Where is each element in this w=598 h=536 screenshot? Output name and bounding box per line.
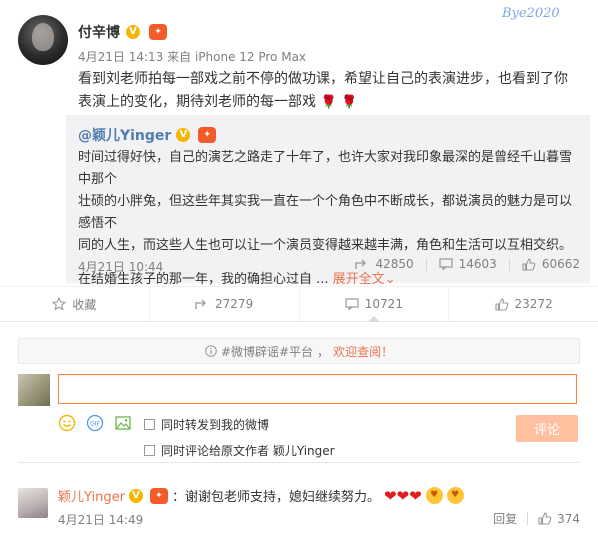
verified-icon: V xyxy=(126,25,140,39)
active-indicator-icon xyxy=(367,316,380,322)
comment-input[interactable] xyxy=(58,374,577,404)
divider xyxy=(508,257,510,271)
chevron-down-icon: ⌄ xyxy=(384,272,396,287)
repost-button[interactable]: 27279 xyxy=(150,287,300,321)
thumbs-up-icon xyxy=(494,297,508,311)
notice-sep: ， xyxy=(317,344,330,359)
action-bar: 收藏 27279 10721 23272 xyxy=(0,286,598,322)
post-time[interactable]: 4月21日 14:13 xyxy=(78,50,163,64)
divider xyxy=(425,257,427,271)
info-icon xyxy=(205,345,217,357)
post-text-line-1: 看到刘老师拍每一部戏之前不停的做功课，希望让自己的表演进步，也看到了你 xyxy=(78,71,568,87)
comment-actions: 回复 374 xyxy=(493,510,580,527)
repost-comments[interactable]: 14603 xyxy=(439,257,497,271)
comment-button[interactable]: 10721 xyxy=(300,287,450,322)
like-button[interactable]: 23272 xyxy=(449,287,598,321)
option-repost[interactable]: 同时转发到我的微博 xyxy=(144,416,335,433)
thumbs-up-icon xyxy=(522,257,536,271)
rose-icon: 🌹 xyxy=(341,95,358,110)
repost-line-3: 同的人生，而这些人生也可以让一个演员变得越来越丰满，角色和生活可以互相交织。 xyxy=(78,238,573,253)
thumbs-up-icon xyxy=(538,512,552,525)
comment-icon xyxy=(439,258,453,270)
post-text: 看到刘老师拍每一部戏之前不停的做功课，希望让自己的表演进步，也看到了你 表演上的… xyxy=(78,68,588,114)
commenter-name[interactable]: 颖儿Yinger xyxy=(58,486,125,505)
image-icon[interactable] xyxy=(114,414,132,432)
post-source: 来自 iPhone 12 Pro Max xyxy=(167,50,307,64)
watermark: Bye2020 xyxy=(502,6,560,21)
commenter-avatar[interactable] xyxy=(18,488,48,518)
checkbox-repost[interactable] xyxy=(144,419,155,430)
vip-icon: ✦ xyxy=(149,487,168,504)
post-text-line-2: 表演上的变化，期待刘老师的每一部戏 🌹 🌹 xyxy=(78,94,358,110)
svg-text:GIF: GIF xyxy=(90,421,100,428)
post-header: 付辛博 V ✦ xyxy=(78,22,167,42)
comment-time: 4月21日 14:49 xyxy=(58,513,144,527)
repost-header: @颖儿Yinger V ✦ xyxy=(78,125,217,145)
repost-time[interactable]: 4月21日 10:44 xyxy=(78,258,163,275)
submit-comment-button[interactable]: 评论 xyxy=(516,415,578,442)
kiss-emoji-icon: ♥ xyxy=(446,487,464,504)
comment-like-button[interactable]: 374 xyxy=(538,512,580,526)
kiss-emoji-icon: ♥ xyxy=(425,487,443,504)
gif-icon[interactable]: GIF xyxy=(86,414,104,432)
repost-likes[interactable]: 60662 xyxy=(522,257,580,271)
repost-line-1: 时间过得好快，自己的演艺之路走了十年了，也许大家对我印象最深的是曾经千山暮雪中那… xyxy=(78,150,573,187)
verified-icon: V xyxy=(128,488,143,503)
favorite-button[interactable]: 收藏 xyxy=(0,287,150,321)
post-meta: 4月21日 14:13 来自 iPhone 12 Pro Max xyxy=(78,48,306,65)
reply-button[interactable]: 回复 xyxy=(493,510,517,527)
option-comment-author[interactable]: 同时评论给原文作者 颖儿Yinger xyxy=(144,442,335,459)
vip-icon: ✦ xyxy=(149,24,167,40)
star-icon xyxy=(52,297,67,311)
verified-icon: V xyxy=(176,128,191,142)
emoji-icon[interactable] xyxy=(58,414,76,432)
expand-link[interactable]: 展开全文⌄ xyxy=(333,272,396,287)
notice-link[interactable]: 欢迎查阅！ xyxy=(333,343,393,360)
compose-tools: GIF xyxy=(58,414,132,432)
compose-options: 同时转发到我的微博 同时评论给原文作者 颖儿Yinger xyxy=(144,416,335,459)
rumor-notice: #微博辟谣#平台 ，欢迎查阅！ xyxy=(18,338,580,364)
notice-tag[interactable]: #微博辟谣#平台 xyxy=(221,343,313,360)
repost-stats: 42850 14603 60662 xyxy=(355,257,580,271)
repost-line-2: 壮硕的小胖兔，但这些年其实我一直在一个个角色中不断成长，都说演员的魅力是可以感悟… xyxy=(78,194,573,231)
repost-share[interactable]: 42850 xyxy=(355,257,414,271)
comment-body: 颖儿Yinger V ✦ ：谢谢包老师支持，媳妇继续努力。 ❤❤❤ ♥ ♥ xyxy=(58,486,464,505)
heart-icon: ❤❤❤ xyxy=(383,486,422,505)
divider xyxy=(527,512,529,525)
author-name[interactable]: 付辛博 xyxy=(78,22,120,42)
checkbox-comment-author[interactable] xyxy=(144,445,155,456)
my-avatar xyxy=(18,374,50,406)
comment-text: ：谢谢包老师支持，媳妇继续努力。 xyxy=(171,490,380,505)
divider xyxy=(18,462,580,463)
rose-icon: 🌹 xyxy=(320,95,337,110)
share-icon xyxy=(355,259,367,269)
share-icon xyxy=(195,299,206,309)
vip-icon: ✦ xyxy=(198,127,217,143)
comment-icon xyxy=(345,298,359,310)
repost-author[interactable]: @颖儿Yinger xyxy=(78,125,171,145)
author-avatar[interactable] xyxy=(18,15,68,65)
